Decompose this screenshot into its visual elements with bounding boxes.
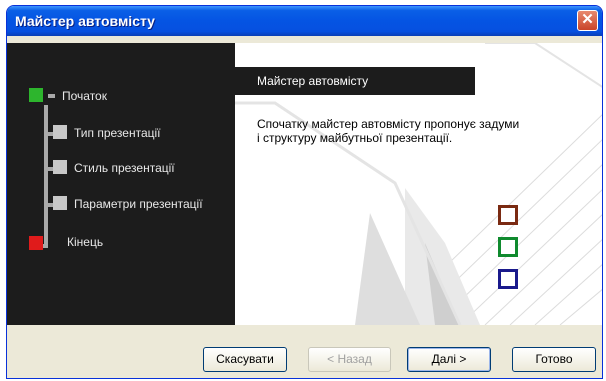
decor-square-green: [498, 237, 518, 257]
finish-button[interactable]: Готово: [512, 347, 596, 372]
autocontent-wizard-window: Майстер автовмісту ✕ Початок Тип презент…: [6, 5, 603, 379]
close-icon: ✕: [581, 11, 594, 28]
steps-connector-line: [44, 105, 48, 248]
step-branch: [48, 94, 55, 98]
next-button[interactable]: Далі >: [407, 347, 491, 372]
steps-panel: Початок Тип презентації Стиль презентаці…: [7, 43, 235, 325]
step-marker-style: [53, 160, 67, 174]
step-marker-start: [29, 88, 43, 102]
button-bar: Скасувати < Назад Далі > Готово: [7, 328, 602, 378]
back-button[interactable]: < Назад: [308, 347, 391, 372]
step-finish-label[interactable]: Кінець: [67, 235, 103, 249]
close-button[interactable]: ✕: [577, 10, 598, 31]
decor-square-blue: [498, 269, 518, 289]
content-panel: Майстер автовмісту Спочатку майстер авто…: [235, 43, 602, 325]
content-header-band: Майстер автовмісту: [235, 67, 475, 95]
step-type-label[interactable]: Тип презентації: [74, 126, 161, 140]
title-bar[interactable]: Майстер автовмісту ✕: [7, 6, 602, 36]
description-text: Спочатку майстер автовмісту пропонує зад…: [257, 117, 520, 145]
window-title: Майстер автовмісту: [15, 13, 155, 29]
step-marker-params: [53, 196, 67, 210]
cancel-button[interactable]: Скасувати: [203, 347, 287, 372]
step-style-label[interactable]: Стиль презентації: [74, 161, 175, 175]
content-header: Майстер автовмісту: [257, 74, 369, 88]
step-params-label[interactable]: Параметри презентації: [74, 197, 203, 211]
decor-square-brown: [498, 205, 518, 225]
step-marker-finish: [29, 236, 43, 250]
step-marker-type: [53, 125, 67, 139]
step-start-label[interactable]: Початок: [62, 89, 107, 103]
